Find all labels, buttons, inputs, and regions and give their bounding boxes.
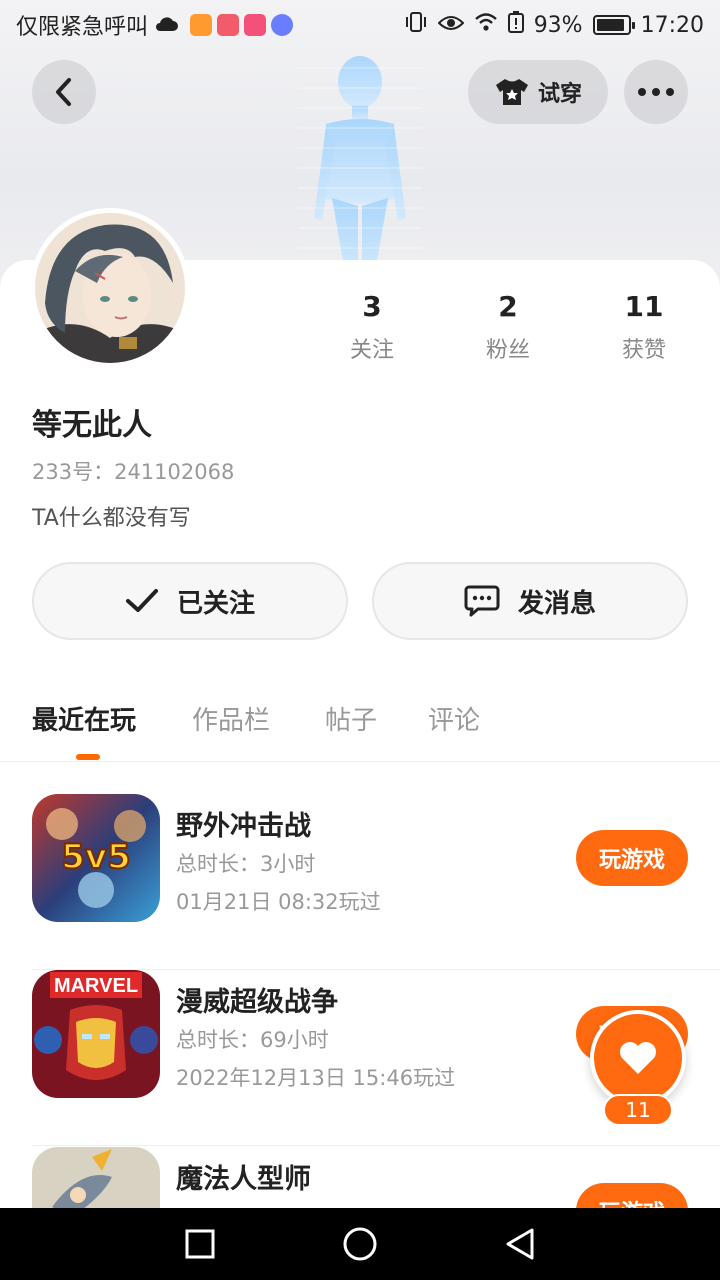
following-button-label: 已关注 — [176, 588, 255, 619]
cloud-icon — [154, 13, 179, 38]
wifi-icon — [474, 12, 498, 38]
play-game-button[interactable]: 玩游戏 — [576, 830, 688, 886]
game-icon: MARVEL — [32, 970, 160, 1098]
more-button[interactable] — [624, 60, 688, 124]
clock: 17:20 — [640, 12, 704, 38]
back-nav-button[interactable] — [502, 1226, 538, 1262]
circle-icon — [343, 1227, 377, 1261]
chevron-left-icon — [56, 78, 71, 106]
heart-icon — [620, 1042, 656, 1074]
game-icon-text: 5v5 — [61, 837, 130, 877]
stat-followers[interactable]: 2 粉丝 — [448, 290, 568, 364]
like-button[interactable] — [590, 1010, 686, 1106]
game-icon: 5v5 — [32, 794, 160, 922]
following-count: 3 — [362, 290, 382, 323]
tab-works[interactable]: 作品栏 — [192, 700, 270, 737]
user-id: 233号：241102068 — [32, 460, 235, 484]
avatar[interactable] — [30, 208, 190, 368]
try-on-button[interactable]: 试穿 — [468, 60, 608, 124]
likes-count: 11 — [624, 290, 664, 323]
tab-posts[interactable]: 帖子 — [325, 700, 377, 737]
list-item[interactable]: 5v5 野外冲击战 总时长：3小时 01月21日 08:32玩过 玩游戏 — [32, 794, 720, 970]
send-message-button[interactable]: 发消息 — [372, 562, 688, 640]
home-button[interactable] — [342, 1226, 378, 1262]
system-navigation-bar — [0, 1208, 720, 1280]
following-label: 关注 — [349, 338, 394, 363]
battery-icon — [592, 15, 635, 35]
try-on-label: 试穿 — [537, 82, 582, 107]
recents-button[interactable] — [182, 1226, 218, 1262]
status-bar: 仅限紧急呼叫 93% 17:20 — [0, 0, 720, 50]
like-count-badge: 11 — [603, 1094, 673, 1126]
game-duration: 总时长：69小时 — [176, 1028, 329, 1052]
checkmark-icon — [125, 589, 158, 612]
send-message-label: 发消息 — [517, 588, 596, 619]
divider — [32, 1145, 720, 1146]
profile-tabs: 最近在玩 作品栏 帖子 评论 — [0, 700, 720, 762]
vibrate-icon — [404, 11, 428, 39]
game-icon-text: MARVEL — [54, 975, 138, 997]
game-title: 漫威超级战争 — [176, 987, 338, 1018]
followers-count: 2 — [498, 290, 518, 323]
game-last-played: 01月21日 08:32玩过 — [176, 890, 381, 914]
more-dots-icon — [638, 88, 674, 96]
eye-comfort-icon — [437, 13, 465, 38]
stat-following[interactable]: 3 关注 — [312, 290, 432, 364]
chat-bubble-icon — [464, 585, 500, 617]
game-last-played: 2022年12月13日 15:46玩过 — [176, 1066, 456, 1090]
user-name: 等无此人 — [32, 408, 152, 443]
back-button[interactable] — [32, 60, 96, 124]
music-app-icon — [271, 14, 294, 36]
app-notification-icon — [244, 14, 267, 36]
battery-percent: 93% — [533, 12, 583, 38]
followers-label: 粉丝 — [485, 338, 530, 363]
game-title: 野外冲击战 — [176, 811, 311, 842]
carrier-text: 仅限紧急呼叫 — [16, 15, 149, 40]
square-icon — [185, 1229, 215, 1259]
likes-label: 获赞 — [621, 338, 666, 363]
tshirt-icon — [495, 79, 528, 105]
app-notification-icon — [190, 14, 213, 36]
stat-likes[interactable]: 11 获赞 — [584, 290, 704, 364]
game-duration: 总时长：3小时 — [176, 852, 316, 876]
tab-recently-played[interactable]: 最近在玩 — [32, 700, 136, 737]
user-bio: TA什么都没有写 — [32, 506, 191, 531]
app-notification-icon — [217, 14, 240, 36]
avatar-illustration — [35, 213, 185, 363]
battery-alert-icon — [507, 11, 524, 39]
triangle-back-icon — [506, 1228, 534, 1260]
game-title: 魔法人型师 — [176, 1164, 311, 1195]
tab-active-indicator — [76, 754, 100, 760]
tab-comments[interactable]: 评论 — [428, 700, 480, 737]
avatar-hologram-figure — [298, 56, 422, 278]
following-button[interactable]: 已关注 — [32, 562, 348, 640]
